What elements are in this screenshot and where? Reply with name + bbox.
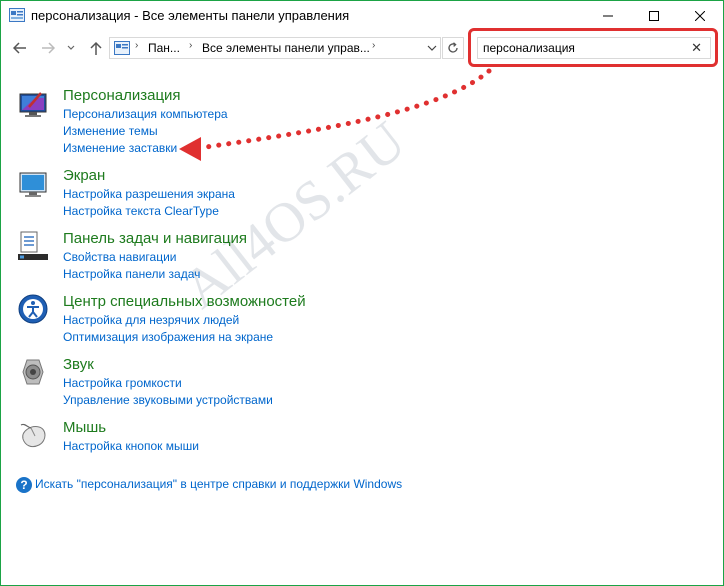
accessibility-icon [17, 293, 49, 325]
category-link[interactable]: Настройка текста ClearType [63, 204, 219, 218]
taskbar-icon [17, 230, 49, 262]
display-icon [17, 169, 49, 201]
personalization-icon [17, 89, 49, 121]
category-link[interactable]: Изменение темы [63, 124, 158, 138]
category-title[interactable]: Персонализация [63, 87, 181, 104]
help-icon: ? [16, 477, 32, 493]
category-link[interactable]: Настройка панели задач [63, 267, 200, 281]
sound-icon [17, 356, 49, 388]
category-link[interactable]: Свойства навигации [63, 250, 176, 264]
category-title[interactable]: Экран [63, 167, 105, 184]
category-link[interactable]: Настройка разрешения экрана [63, 187, 235, 201]
category-link[interactable]: Управление звуковыми устройствами [63, 393, 273, 407]
category-link[interactable]: Настройка для незрячих людей [63, 313, 239, 327]
category-link[interactable]: Оптимизация изображения на экране [63, 330, 273, 344]
category-title[interactable]: Мышь [63, 419, 106, 436]
control-panel-window: персонализация - Все элементы панели упр… [0, 0, 724, 586]
category-link[interactable]: Настройка кнопок мыши [63, 439, 199, 453]
category-title[interactable]: Центр специальных возможностей [63, 293, 306, 310]
help-search-text[interactable]: Искать "персонализация" в центре справки… [35, 477, 402, 491]
category-link[interactable]: Настройка громкости [63, 376, 182, 390]
category-title[interactable]: Звук [63, 356, 94, 373]
mouse-icon [17, 419, 49, 451]
category-link[interactable]: Персонализация компьютера [63, 107, 228, 121]
category-title[interactable]: Панель задач и навигация [63, 230, 247, 247]
category-link[interactable]: Изменение заставки [63, 141, 177, 155]
